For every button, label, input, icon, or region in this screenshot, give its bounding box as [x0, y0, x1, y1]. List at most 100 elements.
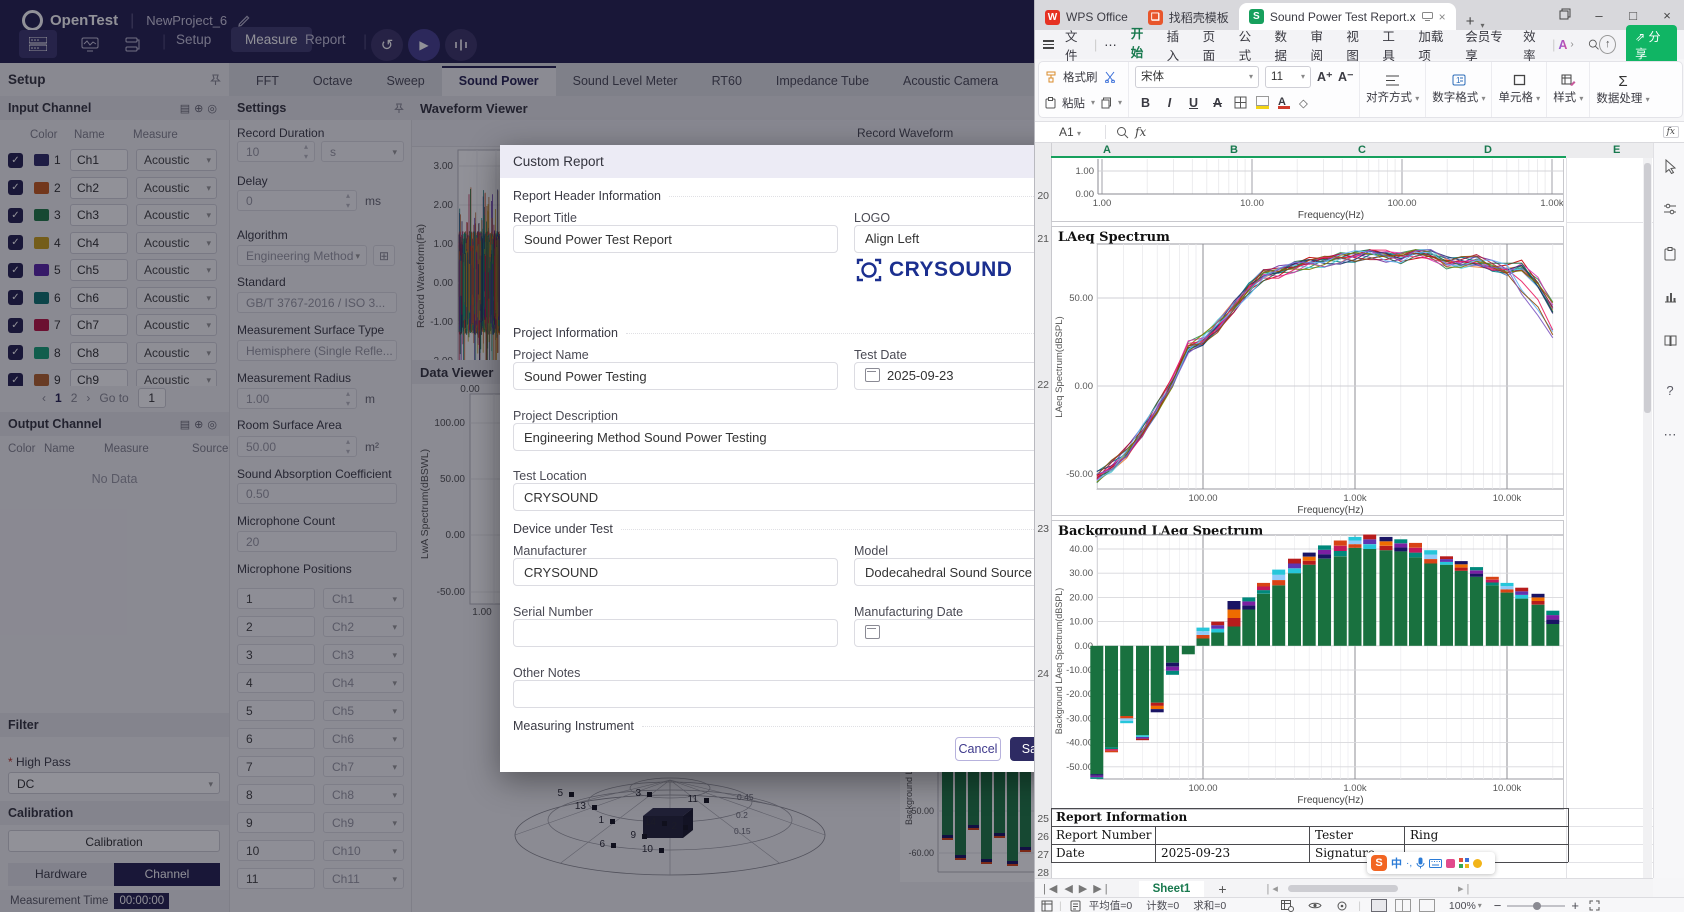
- microphone-icon[interactable]: [1416, 857, 1425, 869]
- cut-icon[interactable]: [1104, 71, 1116, 83]
- sogou-logo-icon[interactable]: S: [1371, 855, 1387, 871]
- close-tab-icon[interactable]: ×: [1439, 10, 1446, 24]
- row-header-21[interactable]: 21: [1035, 233, 1049, 245]
- paste-button[interactable]: 粘贴: [1062, 95, 1085, 111]
- styles-group[interactable]: 样式 ▾: [1547, 62, 1590, 117]
- chinese-mode-icon[interactable]: 中: [1391, 855, 1402, 871]
- form-icon[interactable]: [1070, 900, 1081, 912]
- row-header-23[interactable]: 23: [1035, 523, 1049, 535]
- sheet-nav-last-icon[interactable]: ▶|: [1093, 882, 1110, 895]
- search-icon[interactable]: [1588, 38, 1599, 51]
- share-button[interactable]: ⇗ 分享: [1626, 25, 1677, 65]
- italic-button[interactable]: I: [1162, 96, 1177, 110]
- visibility-icon[interactable]: [1308, 901, 1322, 910]
- row-header-25[interactable]: 25: [1035, 813, 1049, 825]
- skin-icon[interactable]: [1446, 859, 1455, 868]
- chart-top-partial[interactable]: 1.000.001.0010.00100.001.00kFrequency(Hz…: [1051, 159, 1564, 222]
- zoom-slider-knob[interactable]: [1533, 902, 1541, 910]
- tab-switcher-icon[interactable]: [1548, 8, 1582, 23]
- menu-加载项[interactable]: 加载项: [1411, 26, 1458, 64]
- column-header-A[interactable]: A: [1103, 144, 1111, 156]
- sheet-nav-next-icon[interactable]: ▶: [1079, 882, 1087, 895]
- night-mode-icon[interactable]: [1473, 859, 1482, 868]
- vertical-scrollbar[interactable]: [1643, 158, 1652, 878]
- zoom-slider[interactable]: [1507, 905, 1565, 907]
- menu-工具[interactable]: 工具: [1375, 26, 1411, 64]
- spreadsheet-grid[interactable]: 202122232425262728 1.000.001.0010.00100.…: [1035, 158, 1653, 878]
- project-name-input[interactable]: [513, 362, 838, 390]
- menu-视图[interactable]: 视图: [1339, 26, 1375, 64]
- hamburger-icon[interactable]: [1043, 40, 1054, 49]
- sheet-tab-sheet1[interactable]: Sheet1: [1139, 881, 1205, 897]
- report-info-cell[interactable]: Tester: [1315, 828, 1353, 842]
- fullscreen-icon[interactable]: [1589, 900, 1600, 911]
- report-info-cell[interactable]: 2025-09-23: [1161, 846, 1230, 860]
- rail-more-icon[interactable]: ⋯: [1654, 427, 1684, 443]
- zoom-out-button[interactable]: −: [1494, 898, 1502, 912]
- row-header-26[interactable]: 26: [1035, 831, 1049, 843]
- upload-cloud-icon[interactable]: ↑: [1599, 35, 1616, 54]
- table-tools-icon[interactable]: [1281, 900, 1294, 912]
- report-info-cell[interactable]: Ring: [1410, 828, 1438, 842]
- select-all-corner[interactable]: [1035, 143, 1052, 158]
- scrollbar-thumb[interactable]: [1644, 163, 1651, 413]
- other-notes-input[interactable]: [513, 680, 1068, 708]
- page-layout-view-icon[interactable]: [1395, 899, 1411, 912]
- number-format-group[interactable]: 1 数字格式 ▾: [1426, 62, 1492, 117]
- zoom-level[interactable]: 100%: [1449, 900, 1476, 912]
- dialog-titlebar[interactable]: Custom Report: [500, 145, 1070, 178]
- sheet-nav-prev-icon[interactable]: ◀: [1064, 882, 1072, 895]
- close-button[interactable]: ×: [1650, 8, 1684, 23]
- menu-页面[interactable]: 页面: [1196, 26, 1232, 64]
- more-menu-icon[interactable]: ⋯: [1097, 37, 1124, 52]
- column-header-D[interactable]: D: [1484, 144, 1492, 156]
- format-painter-icon[interactable]: [1045, 71, 1057, 83]
- report-info-cell[interactable]: Report Number: [1056, 828, 1152, 842]
- rail-chart-icon[interactable]: [1654, 291, 1684, 306]
- number-format-button[interactable]: 数字格式: [1432, 92, 1478, 104]
- strikethrough-button[interactable]: A: [1210, 96, 1225, 110]
- cells-group[interactable]: 单元格 ▾: [1492, 62, 1547, 117]
- menu-会员专享[interactable]: 会员专享: [1458, 26, 1516, 64]
- copy-icon[interactable]: [1101, 97, 1112, 109]
- project-description-input[interactable]: [513, 423, 1068, 451]
- fill-color-button[interactable]: ◇: [1299, 96, 1308, 110]
- punctuation-icon[interactable]: ·,: [1406, 858, 1412, 869]
- menu-开始[interactable]: 开始: [1124, 23, 1160, 66]
- background-laeq-chart[interactable]: Background LAeq Spectrum 100.001.00k10.0…: [1051, 520, 1564, 810]
- normal-view-icon[interactable]: [1371, 899, 1387, 912]
- minimize-button[interactable]: –: [1582, 8, 1616, 23]
- rail-clipboard-icon[interactable]: [1654, 247, 1684, 264]
- maximize-button[interactable]: □: [1616, 8, 1650, 23]
- row-header-22[interactable]: 22: [1035, 379, 1049, 391]
- zoom-formula-icon[interactable]: [1116, 126, 1129, 139]
- report-info-cell[interactable]: Signature: [1315, 846, 1375, 860]
- column-header-B[interactable]: B: [1230, 144, 1238, 156]
- rail-book-icon[interactable]: [1654, 335, 1684, 350]
- present-icon[interactable]: [1422, 12, 1433, 21]
- add-sheet-button[interactable]: +: [1218, 881, 1226, 897]
- row-header-27[interactable]: 27: [1035, 849, 1049, 861]
- menu-公式[interactable]: 公式: [1232, 26, 1268, 64]
- row-header-24[interactable]: 24: [1035, 668, 1049, 680]
- report-title-input[interactable]: [513, 225, 838, 253]
- bold-button[interactable]: B: [1138, 96, 1153, 110]
- horizontal-scrollbar-thumb[interactable]: [1288, 885, 1398, 892]
- hscroll-left-icon[interactable]: | ◂: [1267, 882, 1278, 895]
- cell-mode-icon[interactable]: [1041, 900, 1053, 912]
- page-break-view-icon[interactable]: [1419, 899, 1435, 912]
- increase-font-button[interactable]: A⁺: [1317, 69, 1332, 84]
- zoom-in-button[interactable]: +: [1571, 898, 1579, 912]
- sheet-nav-first-icon[interactable]: |◀: [1043, 882, 1060, 895]
- wps-ai-icon[interactable]: A: [1555, 38, 1570, 52]
- menu-效率[interactable]: 效率: [1516, 26, 1552, 64]
- data-process-group[interactable]: Σ 数据处理 ▾: [1590, 62, 1655, 117]
- align-button[interactable]: 对齐方式: [1366, 92, 1412, 104]
- row-header-20[interactable]: 20: [1035, 190, 1049, 202]
- row-headers[interactable]: 202122232425262728: [1035, 158, 1052, 878]
- keyboard-icon[interactable]: [1429, 859, 1442, 868]
- font-name-select[interactable]: 宋体▾: [1135, 66, 1259, 88]
- font-size-select[interactable]: 11▾: [1265, 66, 1311, 88]
- styles-button[interactable]: 样式: [1553, 92, 1576, 104]
- column-headers[interactable]: ABCDE: [1035, 143, 1653, 159]
